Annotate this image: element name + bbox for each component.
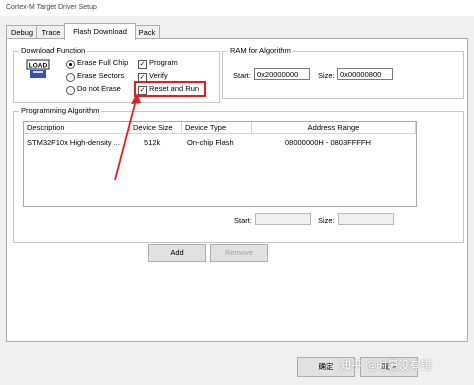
algorithm-list[interactable]: Description Device Size Device Type Addr…: [23, 121, 417, 207]
ram-legend: RAM for Algorithm: [228, 46, 293, 56]
erase-sectors-label: Erase Sectors: [77, 71, 125, 80]
load-icon-text: LOAD: [29, 63, 48, 70]
algo-start-label: Start:: [234, 216, 252, 225]
tab-pack[interactable]: Pack: [134, 25, 160, 39]
download-function-legend: Download Function: [19, 46, 88, 56]
add-button[interactable]: Add: [148, 244, 206, 262]
algo-size-input[interactable]: [338, 213, 394, 225]
erase-full-chip-radio[interactable]: [66, 60, 75, 69]
row-address-range: 08000000H - 0803FFFFH: [285, 138, 371, 147]
load-icon: LOAD: [26, 59, 50, 78]
algo-start-input[interactable]: [255, 213, 311, 225]
program-label: Program: [149, 58, 178, 67]
red-arrow-icon: [114, 93, 141, 181]
ram-size-input[interactable]: 0x00000800: [337, 68, 393, 80]
dialog-window: Cortex-M Target Driver Setup Debug Trace…: [0, 0, 474, 385]
watermark-text: 知乎 @时暑没有错: [340, 359, 432, 372]
do-not-erase-radio[interactable]: [66, 86, 75, 95]
tab-flash-download[interactable]: Flash Download: [64, 23, 136, 40]
ram-size-label: Size:: [318, 71, 335, 80]
programming-algorithm-legend: Programming Algorithm: [19, 106, 102, 116]
ram-start-label: Start:: [233, 71, 251, 80]
erase-full-chip-label: Erase Full Chip: [77, 58, 129, 67]
ram-start-input[interactable]: 0x20000000: [254, 68, 310, 80]
tab-debug[interactable]: Debug: [6, 25, 38, 39]
tab-trace[interactable]: Trace: [36, 25, 66, 39]
program-checkbox[interactable]: ✓: [138, 60, 147, 69]
erase-sectors-radio[interactable]: [66, 73, 75, 82]
column-address-range[interactable]: Address Range: [252, 122, 416, 134]
title-bar: Cortex-M Target Driver Setup: [0, 0, 474, 16]
algo-size-label: Size:: [318, 216, 335, 225]
row-device-type: On-chip Flash: [187, 138, 234, 147]
verify-label: Verify: [149, 71, 168, 80]
window-title: Cortex-M Target Driver Setup: [6, 4, 97, 11]
row-device-size: 512k: [144, 138, 161, 147]
column-device-type[interactable]: Device Type: [182, 122, 252, 134]
remove-button[interactable]: Remove: [210, 244, 268, 262]
row-description: STM32F10x High-density ...: [27, 138, 120, 147]
